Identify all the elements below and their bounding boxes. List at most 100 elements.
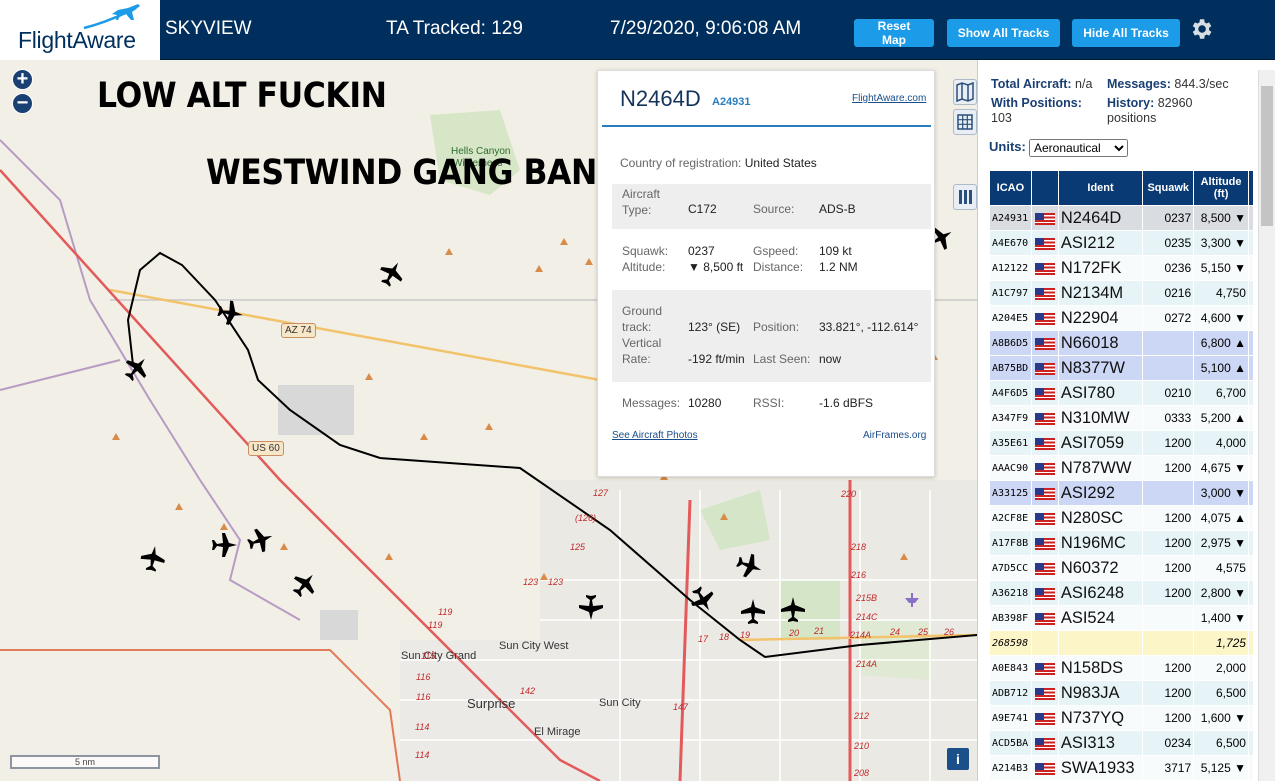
cell-extra <box>1247 330 1255 356</box>
road-number: 25 <box>918 627 929 637</box>
aircraft-info-popup: N2464D A24931 FlightAware.com Country of… <box>597 70 935 477</box>
road-number: 214C <box>856 612 878 622</box>
table-row[interactable]: ACD5BA ASI313 0234 6,500 <box>989 730 1255 756</box>
reset-map-button[interactable]: Reset Map <box>854 19 934 47</box>
table-row[interactable]: A7D5CC N60372 1200 4,575 <box>989 555 1255 581</box>
us-flag-icon <box>1034 687 1055 700</box>
us-flag-icon <box>1034 437 1055 450</box>
table-row[interactable]: AB75BD N8377W 5,100 ▲ <box>989 355 1255 381</box>
cell-ident: N158DS <box>1057 655 1144 681</box>
table-row[interactable]: A214B3 SWA1933 3717 5,125 ▼ <box>989 755 1255 781</box>
road-number: 214A <box>856 659 878 669</box>
cell-flag <box>1030 255 1059 281</box>
sidebar-toggle-button[interactable] <box>953 184 977 210</box>
see-aircraft-photos-link[interactable]: See Aircraft Photos <box>612 430 698 441</box>
cell-flag <box>1030 355 1059 381</box>
us-flag-icon <box>1034 337 1055 350</box>
us-flag-icon <box>1034 712 1055 725</box>
table-row[interactable]: ADB712 N983JA 1200 6,500 <box>989 680 1255 706</box>
top-bar: FlightAware SKYVIEW TA Tracked: 129 7/29… <box>0 0 1275 60</box>
col-altitude[interactable]: Altitude (ft) <box>1193 170 1249 206</box>
scroll-thumb[interactable] <box>1261 86 1273 226</box>
table-row[interactable]: A4E670 ASI212 0235 3,300 ▼ <box>989 230 1255 256</box>
panel-scrollbar[interactable] <box>1258 70 1275 781</box>
table-row[interactable]: A204E5 N22904 0272 4,600 ▼ <box>989 305 1255 331</box>
zoom-in-button[interactable]: + <box>12 69 33 90</box>
cell-flag <box>1030 405 1059 431</box>
gear-icon[interactable] <box>1188 16 1214 42</box>
cell-altitude: 6,700 <box>1193 380 1249 406</box>
cell-icao: A17F8B <box>989 530 1032 556</box>
cell-flag <box>1030 580 1059 606</box>
us-flag-icon <box>1034 662 1055 675</box>
cell-altitude: 2,975 ▼ <box>1193 530 1249 556</box>
road-number: 19 <box>740 630 751 640</box>
table-row[interactable]: 268598 1,725 <box>989 630 1255 656</box>
cell-squawk: 0235 <box>1142 230 1195 256</box>
table-row[interactable]: A12122 N172FK 0236 5,150 ▼ <box>989 255 1255 281</box>
cell-squawk: 1200 <box>1142 555 1195 581</box>
road-shield-az74: AZ 74 <box>281 323 316 338</box>
table-row[interactable]: A0E843 N158DS 1200 2,000 <box>989 655 1255 681</box>
info-button[interactable]: i <box>947 748 969 770</box>
units-select[interactable]: Aeronautical <box>1029 139 1128 157</box>
popup-block-messages: Messages: 10280 RSSI: -1.6 dBFS <box>622 396 874 410</box>
us-flag-icon <box>1034 562 1055 575</box>
cell-ident: ASI780 <box>1057 380 1144 406</box>
cell-squawk: 1200 <box>1142 655 1195 681</box>
cell-extra <box>1247 580 1255 606</box>
tracked-count: TA Tracked: 129 <box>386 18 523 39</box>
cell-altitude: 5,100 ▲ <box>1193 355 1249 381</box>
cell-icao: A347F9 <box>989 405 1032 431</box>
us-flag-icon <box>1034 237 1055 250</box>
table-row[interactable]: A8B6D5 N66018 6,800 ▲ <box>989 330 1255 356</box>
stat-total-aircraft: Total Aircraft: n/a <box>991 77 1093 91</box>
us-flag-icon <box>1034 287 1055 300</box>
cell-squawk: 0216 <box>1142 280 1195 306</box>
cell-icao: ADB712 <box>989 680 1032 706</box>
table-row[interactable]: A36218 ASI6248 1200 2,800 ▼ <box>989 580 1255 606</box>
cell-ident: ASI524 <box>1057 605 1144 631</box>
table-row[interactable]: A33125 ASI292 3,000 ▼ <box>989 480 1255 506</box>
col-flag[interactable] <box>1030 170 1059 206</box>
hide-all-tracks-button[interactable]: Hide All Tracks <box>1072 19 1180 47</box>
table-row[interactable]: A1C797 N2134M 0216 4,750 <box>989 280 1255 306</box>
cell-altitude: 4,675 ▼ <box>1193 455 1249 481</box>
road-number: 26 <box>944 627 955 637</box>
map-layers-button[interactable] <box>953 79 977 105</box>
popup-block-track: Ground track: 123° (SE) Position: 33.821… <box>612 290 931 382</box>
table-row[interactable]: A17F8B N196MC 1200 2,975 ▼ <box>989 530 1255 556</box>
road-number: 127 <box>593 488 609 498</box>
flightaware-link[interactable]: FlightAware.com <box>852 93 926 104</box>
cell-icao: A7D5CC <box>989 555 1032 581</box>
cell-extra <box>1247 730 1255 756</box>
show-all-tracks-button[interactable]: Show All Tracks <box>947 19 1060 47</box>
grid-toggle-button[interactable] <box>953 109 977 135</box>
col-squawk[interactable]: Squawk <box>1142 170 1195 206</box>
cell-icao: A36218 <box>989 580 1032 606</box>
table-row[interactable]: A347F9 N310MW 0333 5,200 ▲ <box>989 405 1255 431</box>
cell-squawk <box>1142 330 1195 356</box>
scale-bar: 5 nm <box>10 755 160 769</box>
cell-ident: N2464D <box>1057 205 1144 231</box>
table-row[interactable]: AAAC90 N787WW 1200 4,675 ▼ <box>989 455 1255 481</box>
table-row[interactable]: A24931 N2464D 0237 8,500 ▼ <box>989 205 1255 231</box>
col-ident[interactable]: Ident <box>1057 170 1144 206</box>
cell-icao: A0E843 <box>989 655 1032 681</box>
flightaware-logo[interactable]: FlightAware <box>0 0 160 60</box>
airframes-link[interactable]: AirFrames.org <box>863 430 926 441</box>
cell-altitude: 8,500 ▼ <box>1193 205 1249 231</box>
col-icao[interactable]: ICAO <box>989 170 1032 206</box>
table-row[interactable]: A2CF8E N280SC 1200 4,075 ▲ <box>989 505 1255 531</box>
col-extra[interactable] <box>1247 170 1255 206</box>
cell-altitude: 6,500 <box>1193 730 1249 756</box>
table-row[interactable]: A9E741 N737YQ 1200 1,600 ▼ <box>989 705 1255 731</box>
aircraft-list-panel: Total Aircraft: n/a With Positions: 103 M… <box>977 60 1275 781</box>
table-row[interactable]: A4F6D5 ASI780 0210 6,700 <box>989 380 1255 406</box>
cell-extra <box>1247 605 1255 631</box>
table-row[interactable]: AB398F ASI524 1,400 ▼ <box>989 605 1255 631</box>
cell-altitude: 1,600 ▼ <box>1193 705 1249 731</box>
road-number: 116 <box>416 692 431 702</box>
table-row[interactable]: A35E61 ASI7059 1200 4,000 <box>989 430 1255 456</box>
zoom-out-button[interactable]: − <box>12 93 33 114</box>
